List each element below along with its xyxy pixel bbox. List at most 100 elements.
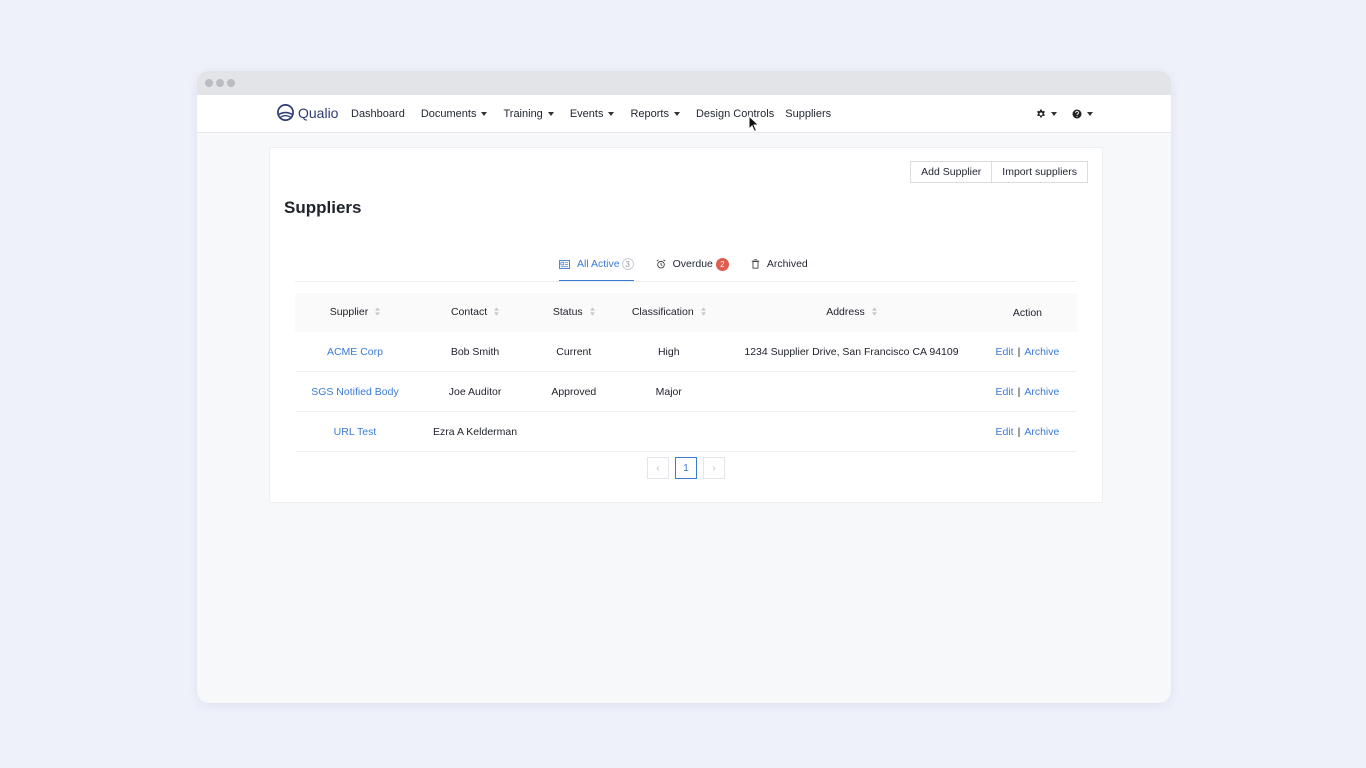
nav-item-label: Training — [503, 107, 543, 120]
nav-item-documents[interactable]: Documents — [421, 108, 488, 120]
id-card-icon — [559, 259, 570, 269]
action-separator: | — [1017, 425, 1021, 438]
cell-classification — [612, 411, 726, 452]
pagination: ‹ 1 › — [647, 457, 725, 479]
sort-icon[interactable] — [589, 306, 595, 319]
next-page-button[interactable]: › — [703, 457, 725, 479]
column-header-classification[interactable]: Classification — [612, 293, 725, 332]
cell-contact: Bob Smith — [414, 332, 536, 372]
brand-logo[interactable]: Qualio — [276, 103, 338, 122]
column-header-label: Contact — [450, 306, 488, 319]
nav-item-dashboard[interactable]: Dashboard — [351, 108, 405, 120]
overdue-badge: 2 — [715, 257, 729, 271]
cell-status: Approved — [535, 371, 613, 412]
nav-item-events[interactable]: Events — [570, 108, 615, 120]
nav-item-label: Suppliers — [785, 107, 832, 120]
cell-classification: Major — [612, 371, 726, 412]
nav-item-label: Dashboard — [351, 107, 405, 120]
cell-status: Current — [535, 332, 613, 372]
suppliers-card: Add Supplier Import suppliers Suppliers … — [269, 147, 1103, 503]
table-row: ACME Corp Bob Smith Current High 1234 Suppli… — [295, 332, 1077, 372]
cell-supplier: SGS Notified Body — [295, 371, 415, 412]
brand-name: Qualio — [298, 104, 339, 121]
page-title: Suppliers — [284, 198, 362, 217]
action-separator: | — [1017, 385, 1021, 398]
column-header-label: Supplier — [329, 306, 369, 319]
column-header-label: Classification — [631, 306, 694, 319]
tab-overdue[interactable]: Overdue 2 — [656, 254, 729, 274]
cell-address: 1234 Supplier Drive, San Francisco CA 94… — [725, 332, 978, 372]
chevron-down-icon — [673, 111, 680, 116]
window-titlebar — [197, 71, 1171, 95]
prev-page-button[interactable]: ‹ — [647, 457, 669, 479]
cell-contact: Ezra A Kelderman — [414, 411, 536, 452]
nav-item-suppliers[interactable]: Suppliers — [785, 108, 831, 120]
column-header-action: Action — [978, 293, 1077, 332]
column-header-status[interactable]: Status — [535, 293, 612, 332]
edit-link[interactable]: Edit — [995, 346, 1013, 358]
sort-icon[interactable] — [871, 306, 877, 319]
column-header-contact[interactable]: Contact — [415, 293, 535, 332]
supplier-link[interactable]: SGS Notified Body — [311, 386, 399, 398]
chevron-down-icon — [1051, 111, 1057, 116]
edit-link[interactable]: Edit — [995, 426, 1013, 438]
sort-icon[interactable] — [494, 306, 500, 319]
nav-item-label: Events — [569, 107, 604, 120]
import-suppliers-button[interactable]: Import suppliers — [992, 161, 1088, 183]
settings-menu[interactable] — [1036, 109, 1057, 119]
browser-window: Qualio Dashboard Documents Training Events R… — [197, 71, 1171, 703]
chevron-down-icon — [481, 111, 488, 116]
table-row: URL Test Ezra A Kelderman Edit | Archive — [295, 411, 1077, 452]
supplier-tabs: All Active 3 Overdue 2 Archived — [559, 254, 808, 282]
header-actions: Add Supplier Import suppliers — [910, 161, 1088, 183]
cell-address — [725, 371, 978, 412]
chevron-down-icon — [547, 111, 554, 116]
nav-item-label: Design Controls — [695, 107, 775, 120]
column-header-address[interactable]: Address — [725, 293, 978, 332]
alarm-icon — [656, 259, 666, 269]
window-dot[interactable] — [216, 79, 224, 87]
archive-link[interactable]: Archive — [1024, 386, 1059, 398]
nav-menu: Dashboard Documents Training Events Reports D… — [351, 95, 847, 132]
page-1-button[interactable]: 1 — [675, 457, 697, 479]
column-header-supplier[interactable]: Supplier — [295, 293, 415, 332]
cell-action: Edit | Archive — [977, 332, 1077, 372]
tab-label: All Active — [577, 258, 620, 270]
supplier-link[interactable]: URL Test — [334, 426, 377, 438]
supplier-link[interactable]: ACME Corp — [327, 346, 383, 358]
edit-link[interactable]: Edit — [995, 386, 1013, 398]
cell-action: Edit | Archive — [977, 411, 1077, 452]
tab-archived[interactable]: Archived — [751, 254, 808, 274]
action-separator: | — [1017, 345, 1021, 358]
window-dot[interactable] — [205, 79, 213, 87]
nav-item-reports[interactable]: Reports — [630, 108, 680, 120]
cell-status — [535, 411, 613, 452]
add-supplier-button[interactable]: Add Supplier — [910, 161, 993, 183]
window-dot[interactable] — [227, 79, 235, 87]
chevron-down-icon — [1087, 111, 1093, 116]
help-menu[interactable] — [1072, 109, 1093, 119]
suppliers-table: Supplier Contact Status Classification Addre… — [295, 293, 1077, 452]
nav-item-design-controls[interactable]: Design Controls — [696, 108, 774, 120]
top-navbar: Qualio Dashboard Documents Training Events R… — [197, 95, 1171, 133]
nav-right-tools — [1036, 95, 1093, 132]
nav-item-label: Reports — [630, 107, 669, 120]
trash-icon — [751, 259, 760, 269]
gear-icon — [1037, 109, 1045, 117]
archive-link[interactable]: Archive — [1024, 346, 1059, 358]
cell-address — [725, 411, 978, 452]
help-icon — [1072, 109, 1082, 118]
cell-contact: Joe Auditor — [414, 371, 536, 412]
column-header-label: Action — [1012, 306, 1042, 319]
tab-all-active[interactable]: All Active 3 — [559, 254, 634, 282]
tab-divider — [295, 281, 1077, 282]
mouse-cursor-icon — [748, 115, 760, 133]
chevron-down-icon — [608, 111, 615, 116]
sort-icon[interactable] — [700, 306, 706, 319]
tab-label: Archived — [766, 258, 808, 270]
sort-icon[interactable] — [375, 306, 381, 319]
nav-item-training[interactable]: Training — [503, 107, 554, 120]
archive-link[interactable]: Archive — [1024, 426, 1059, 438]
cell-supplier: ACME Corp — [295, 332, 415, 372]
table-row: SGS Notified Body Joe Auditor Approved Majo… — [295, 371, 1077, 412]
